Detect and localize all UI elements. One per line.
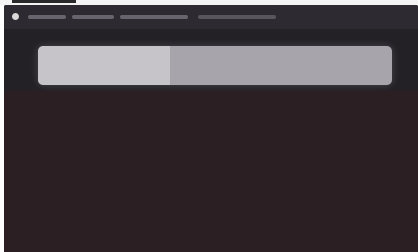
title-segment bbox=[120, 15, 188, 19]
title-segment bbox=[28, 15, 66, 19]
app-window bbox=[4, 5, 418, 252]
search-panel bbox=[4, 29, 418, 91]
status-indicator bbox=[12, 0, 76, 3]
search-input-left bbox=[38, 46, 170, 85]
main-content bbox=[4, 91, 418, 252]
search-input[interactable] bbox=[38, 46, 392, 85]
window-titlebar bbox=[4, 5, 418, 29]
title-segment bbox=[198, 15, 276, 19]
window-control-icon[interactable] bbox=[12, 13, 19, 20]
title-segment bbox=[72, 15, 114, 19]
